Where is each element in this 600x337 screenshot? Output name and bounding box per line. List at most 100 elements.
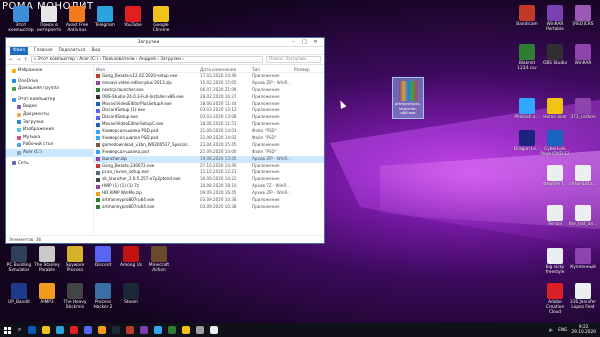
taskbar-app[interactable] [25,323,39,337]
file-row[interactable]: MovaviVideoEditorSetupC.exe 18.06.2020 11… [94,121,324,128]
dragged-file[interactable]: artmoneypro-launcher-x86.exe [392,77,424,119]
nav-item[interactable]: Acer (C:) [6,148,93,157]
taskbar-app[interactable] [137,323,151,337]
desktop-shortcut[interactable]: big sicky freestyle [540,248,570,275]
file-row[interactable]: movavi-video-editor-plus-2013.zip 15.02.2… [94,80,324,87]
desktop-shortcut[interactable]: Adobe Creative Cloud [540,283,570,315]
file-row[interactable]: MovaviVideoEditorPlusSetupA.exe 18.06.202… [94,101,324,108]
file-row[interactable]: gamedownload_v1bn_W0200517_Special... 23.… [94,142,324,149]
taskbar-app[interactable] [53,323,67,337]
file-row[interactable]: HD AIMP WinMe.zip 09.09.2020 16:45 Архив Z… [94,190,324,197]
nav-item[interactable]: Видео [6,103,93,111]
taskbar-app[interactable] [81,323,95,337]
tab-view[interactable]: Вид [91,48,100,53]
taskbar-app[interactable] [39,323,53,337]
file-row[interactable]: nextcp-launcher.exe 06.07.2020 21:09 Прило… [94,87,324,94]
desktop-shortcut[interactable]: Google Chrome [146,6,176,33]
taskbar-app[interactable] [123,323,137,337]
taskbar-app[interactable] [151,323,165,337]
desktop-shortcut[interactable]: UP_Bandit [4,283,34,305]
tab-home[interactable]: Главная [34,48,53,53]
desktop-shortcut[interactable]: Купленный [568,248,598,270]
desktop-shortcut[interactable]: 373_carbon [568,98,598,120]
taskbar-app[interactable] [109,323,123,337]
desktop-shortcut[interactable]: CyberLink PowerDVD 12 [540,130,570,157]
clock[interactable]: 9:22 29.10.2020 [571,325,596,335]
nav-item[interactable]: Документы [6,111,93,119]
file-row[interactable]: Универсал-шапка.psd 21.09.2020 14:00 Файл … [94,149,324,156]
taskbar-app[interactable] [207,323,221,337]
desktop-shortcut[interactable]: Bandicam [512,5,542,27]
explorer-window[interactable]: Загрузки – □ ✕ Файл Главная Поделиться Вид… [5,37,325,244]
file-row[interactable]: Gang_Beasts-v12.02.2020-setup.exe 17.03.2… [94,73,324,80]
minimize-button[interactable]: – [288,39,299,45]
nav-item[interactable]: Изображения [6,126,93,134]
speaker-icon[interactable]: 🔈 [549,328,554,333]
nav-item[interactable]: Музыка [6,134,93,142]
nav-item[interactable]: Домашняя группа [6,85,93,93]
column-size[interactable]: Размер [294,66,324,72]
column-date[interactable]: Дата изменения [200,66,252,72]
tab-share[interactable]: Поделиться [58,48,85,53]
desktop-shortcut[interactable]: Discord [88,246,118,268]
taskbar-app[interactable] [179,323,193,337]
taskbar-app[interactable] [95,323,109,337]
taskbar-app[interactable] [67,323,81,337]
nav-item[interactable]: Загрузки [6,119,93,127]
desktop-shortcut[interactable]: Terrain [540,205,570,227]
desktop-shortcut[interactable]: Telegram [90,6,120,28]
desktop-shortcut[interactable]: Among Us [116,246,146,268]
file-row[interactable]: Gang_Beasts-230072.exe 27.10.2020 14:46 Пр… [94,163,324,170]
up-icon[interactable]: ↑ [23,57,27,63]
tab-file[interactable]: Файл [10,46,28,55]
desktop-shortcut[interactable]: OBS Studio [540,44,570,66]
desktop-shortcut[interactable]: Поиск в интернете [34,6,64,33]
search-input[interactable]: Поиск: Загрузки [266,56,321,63]
desktop-shortcut[interactable]: WinRAR [568,44,598,66]
forward-icon[interactable]: → [16,57,20,63]
nav-item[interactable]: Сеть [6,160,93,168]
start-button[interactable] [0,323,14,337]
desktop-shortcut[interactable]: Steam [116,283,146,305]
desktop-shortcut[interactable]: сезон1a1a... [568,165,598,187]
desktop-shortcut[interactable]: Spyware Process [60,246,90,273]
desktop-shortcut[interactable]: Этот компьютер [6,6,36,33]
close-button[interactable]: ✕ [310,39,321,45]
nav-item[interactable]: OneDrive [6,78,93,86]
desktop-shortcut[interactable]: the_last_an... [568,205,598,227]
maximize-button[interactable]: □ [299,39,310,45]
file-row[interactable]: artmoneypro807ru64.exe 03.09.2020 10:38 Пр… [94,204,324,211]
desktop-shortcut[interactable]: stephen f... [540,165,570,187]
file-row[interactable]: HWP (1) (1) (1).7z 10.08.2020 18:10 Архив … [94,183,324,190]
nav-item[interactable]: Избранное [6,67,93,75]
file-row[interactable]: artmoneypro807ru64.exe 03.09.2020 10:38 Пр… [94,197,324,204]
file-row[interactable]: launcher.zip 19.08.2020 13:45 Архив ZIP - … [94,155,324,163]
desktop-shortcut[interactable]: 316 Jennifer Lopez Feat [568,283,598,310]
desktop-shortcut[interactable]: YouTube [118,6,148,28]
file-row[interactable]: sit_launcher_1.0.5.257-x7p2ptend.exe 30.0… [94,176,324,183]
desktop-shortcut[interactable]: Avast Free Antivirus [62,6,92,33]
desktop-shortcut[interactable]: The Stanley Parable [32,246,62,273]
file-row[interactable]: pl.an_revive_setup.exe 12.10.2020 12:21 Пр… [94,169,324,176]
taskbar-app[interactable] [193,323,207,337]
desktop-shortcut[interactable]: AIMP3 [32,283,62,305]
column-name[interactable]: Имя [94,66,200,72]
desktop-shortcut[interactable]: Home acer [540,98,570,120]
file-row[interactable]: Универсал-шапка PSD.psd 21.09.2020 14:01 Ф… [94,128,324,135]
desktop-shortcut[interactable]: Process Hacker 2 [88,283,118,310]
desktop-shortcut[interactable]: Dragon Le... [512,130,542,152]
desktop-shortcut[interactable]: Blakmit 1234.csv [512,44,542,71]
file-row[interactable]: DiscordSetup (1).exe 03.03.2020 13:12 Прил… [94,107,324,114]
desktop-shortcut[interactable]: Photosh a... [512,98,542,120]
title-bar[interactable]: Загрузки – □ ✕ [6,38,324,47]
file-row[interactable]: OBS-Studio-24.0.3-Full-Installer-x86.exe… [94,94,324,101]
desktop-shortcut[interactable]: PC Building Simulator [4,246,34,273]
back-icon[interactable]: ← [9,57,13,63]
taskbar-app[interactable] [165,323,179,337]
file-row[interactable]: Универсал шапка PSD.psd 21.09.2020 14:02 Ф… [94,135,324,142]
search-icon[interactable]: ⌕ [14,326,25,334]
address-bar[interactable]: « Этот компьютер › Acer (C:) › Пользоват… [30,56,263,63]
column-type[interactable]: Тип [252,66,294,72]
language-indicator[interactable]: ENG [558,328,567,333]
desktop-shortcut[interactable]: Minecraft Action [144,246,174,273]
